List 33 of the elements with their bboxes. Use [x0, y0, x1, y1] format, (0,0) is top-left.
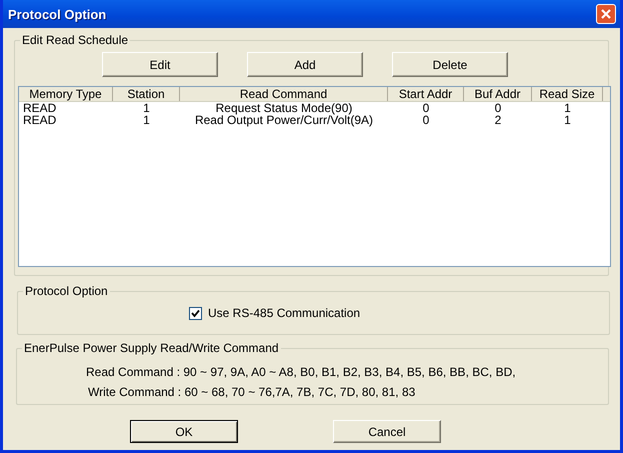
- close-icon: [600, 8, 612, 20]
- table-cell-text: READ: [22, 102, 58, 114]
- group-title: Edit Read Schedule: [20, 33, 130, 47]
- table-cell-text: Read Output Power/Curr/Volt(9A): [194, 114, 374, 126]
- column-header[interactable]: Read Command: [180, 87, 388, 101]
- table-cell-text: 0: [422, 102, 430, 114]
- table-cell-text: 1: [563, 102, 572, 114]
- table-cell-text: 1: [563, 114, 572, 126]
- group-title: Protocol Option: [23, 284, 110, 298]
- checkbox[interactable]: [189, 306, 202, 320]
- cancel-button[interactable]: Cancel: [333, 420, 441, 443]
- command-text: Write Command : 60 ~ 68, 70 ~ 76,7A, 7B, 7C, 7D, 80, 81, 83: [87, 384, 416, 401]
- table-cell-text: Request Status Mode(90): [214, 102, 354, 114]
- checkbox-label: Use RS-485 Communication: [208, 306, 360, 320]
- group-title: EnerPulse Power Supply Read/Write Command: [22, 341, 281, 355]
- toolbar-button[interactable]: Delete: [392, 52, 508, 77]
- column-header[interactable]: Buf Addr: [464, 87, 532, 101]
- table-cell-text: READ: [22, 114, 58, 126]
- table-cell-text: 0: [494, 102, 502, 114]
- toolbar-button[interactable]: Add: [247, 52, 363, 77]
- command-text: Read Command : 90 ~ 97, 9A, A0 ~ A8, B0, B1, B2, B3, B4, B5, B6, BB, BC, BD,: [85, 364, 517, 381]
- toolbar-button[interactable]: Edit: [102, 52, 218, 77]
- table-cell-text: 0: [422, 114, 430, 126]
- ok-button[interactable]: OK: [130, 420, 238, 443]
- window-title: Protocol Option: [8, 6, 106, 22]
- table-cell-text: 1: [142, 102, 151, 114]
- column-header[interactable]: Start Addr: [388, 87, 464, 101]
- table-cell-text: 2: [494, 114, 502, 126]
- table-cell-text: 1: [142, 114, 151, 126]
- column-header[interactable]: Memory Type: [19, 87, 113, 101]
- column-header[interactable]: Read Size: [532, 87, 603, 101]
- close-button[interactable]: [596, 4, 616, 24]
- column-header[interactable]: Station: [113, 87, 180, 101]
